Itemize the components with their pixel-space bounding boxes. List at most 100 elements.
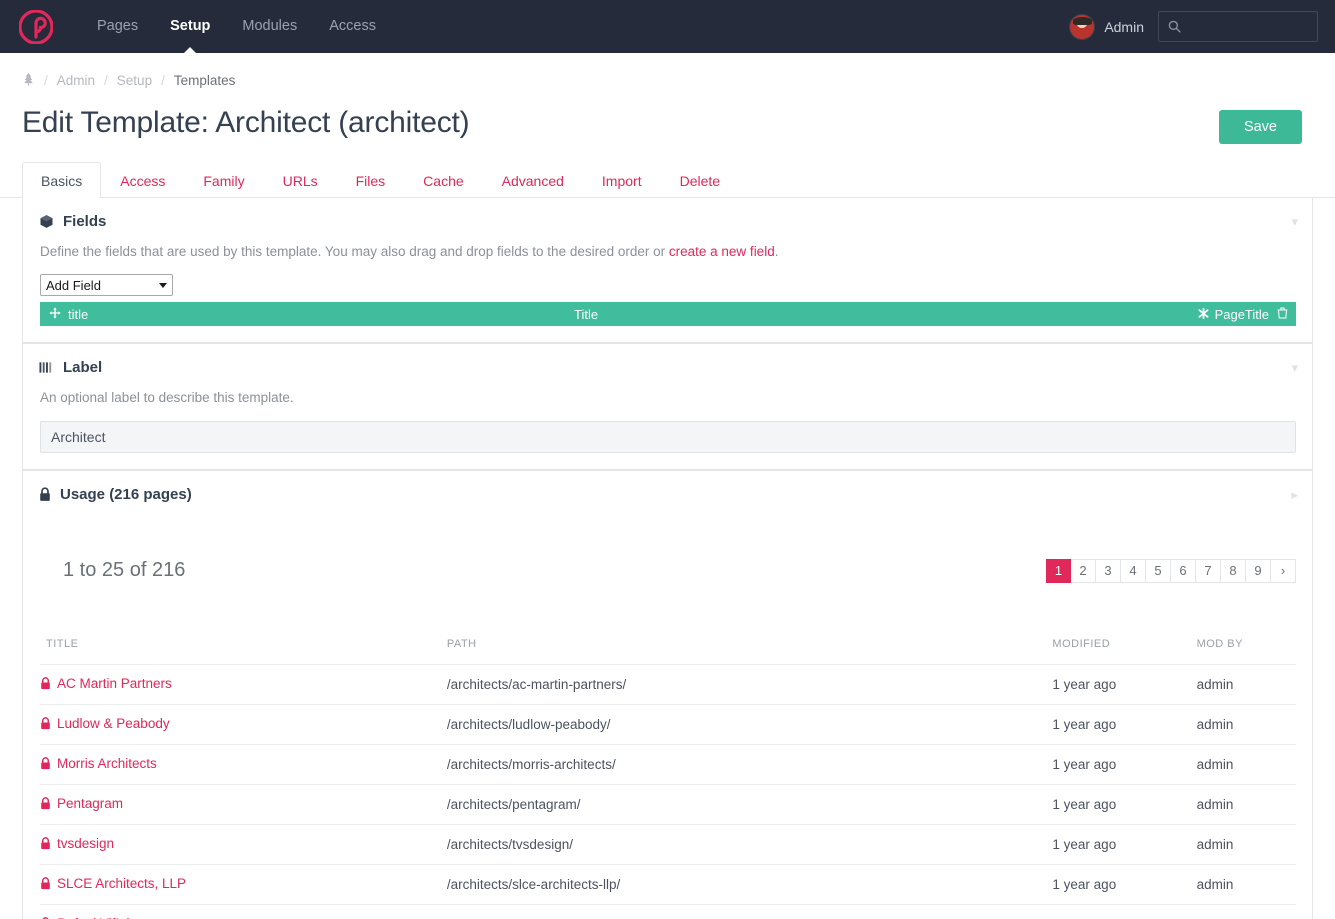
- tab-basics[interactable]: Basics: [22, 162, 101, 198]
- breadcrumb-item-admin[interactable]: Admin: [57, 73, 95, 88]
- breadcrumb-separator: /: [161, 73, 165, 88]
- breadcrumb-item-setup[interactable]: Setup: [117, 73, 152, 88]
- field-row-title[interactable]: title Title PageTitle: [40, 302, 1296, 326]
- usage-panel-body: 1 to 25 of 216 1 2 3 4 5 6 7 8 9 › TITLE…: [23, 514, 1312, 919]
- column-header-path[interactable]: PATH: [447, 638, 1053, 665]
- field-row-name: title: [68, 307, 88, 322]
- tab-cache[interactable]: Cache: [404, 162, 482, 198]
- pagination-page-3[interactable]: 3: [1096, 559, 1121, 583]
- page-lock-icon: [40, 797, 51, 810]
- breadcrumb-separator: /: [44, 73, 48, 88]
- tab-access[interactable]: Access: [101, 162, 184, 198]
- breadcrumb: / Admin / Setup / Templates: [0, 53, 1335, 89]
- save-button[interactable]: Save: [1219, 110, 1302, 144]
- cell-mod-by: admin: [1197, 744, 1296, 784]
- table-row: Morris Architects/architects/morris-arch…: [40, 744, 1296, 784]
- page-lock-icon: [40, 757, 51, 770]
- page-link[interactable]: Morris Architects: [40, 756, 157, 771]
- label-panel-body: [23, 409, 1312, 469]
- page-link[interactable]: tvsdesign: [40, 836, 114, 851]
- template-label-input[interactable]: [40, 421, 1296, 453]
- page-link-label: Pentagram: [57, 796, 123, 811]
- label-panel-header[interactable]: Label ▾: [23, 344, 1312, 387]
- fields-desc-text: Define the fields that are used by this …: [40, 244, 669, 259]
- add-field-select-wrap: Add Field: [40, 274, 173, 296]
- fields-panel: Fields ▾ Define the fields that are used…: [22, 198, 1313, 343]
- chevron-right-icon[interactable]: ▸: [1291, 488, 1298, 501]
- table-row: Ludlow & Peabody/architects/ludlow-peabo…: [40, 704, 1296, 744]
- page-link[interactable]: SLCE Architects, LLP: [40, 876, 186, 891]
- chevron-down-icon[interactable]: ▾: [1291, 215, 1298, 228]
- pagination-page-7[interactable]: 7: [1196, 559, 1221, 583]
- page-link-label: Morris Architects: [57, 756, 157, 771]
- tree-icon[interactable]: [22, 72, 35, 89]
- pagination: 1 2 3 4 5 6 7 8 9 ›: [1046, 559, 1296, 583]
- cell-path: /architects/pentagram/: [447, 784, 1053, 824]
- main-nav-items: Pages Setup Modules Access: [81, 0, 392, 53]
- search-input[interactable]: [1188, 19, 1308, 34]
- trash-icon[interactable]: [1277, 307, 1288, 322]
- field-row-right-group: PageTitle: [1198, 307, 1288, 322]
- page-link-label: AC Martin Partners: [57, 676, 172, 691]
- top-navigation-bar: Pages Setup Modules Access Admin: [0, 0, 1335, 53]
- usage-panel: Usage (216 pages) ▸ 1 to 25 of 216 1 2 3…: [22, 470, 1313, 919]
- fields-panel-body: Add Field title Title: [23, 262, 1312, 342]
- page-link[interactable]: AC Martin Partners: [40, 676, 172, 691]
- tab-files[interactable]: Files: [337, 162, 405, 198]
- pagination-next-button[interactable]: ›: [1271, 559, 1296, 583]
- pagination-page-6[interactable]: 6: [1171, 559, 1196, 583]
- tab-delete[interactable]: Delete: [661, 162, 739, 198]
- cell-title: Ludlow & Peabody: [40, 704, 447, 744]
- column-header-mod-by[interactable]: MOD BY: [1197, 638, 1296, 665]
- cell-title: SLCE Architects, LLP: [40, 864, 447, 904]
- nav-item-modules[interactable]: Modules: [226, 0, 313, 53]
- avatar: [1069, 14, 1095, 40]
- nav-item-setup[interactable]: Setup: [154, 0, 226, 53]
- column-header-modified[interactable]: MODIFIED: [1052, 638, 1196, 665]
- page-lock-icon: [40, 677, 51, 690]
- page-title: Edit Template: Architect (architect): [22, 106, 469, 141]
- add-field-select[interactable]: Add Field: [40, 274, 173, 296]
- pagination-page-1[interactable]: 1: [1046, 559, 1071, 583]
- field-row-type-group: PageTitle: [1198, 307, 1269, 322]
- pagination-page-2[interactable]: 2: [1071, 559, 1096, 583]
- processwire-logo-icon[interactable]: [19, 10, 53, 44]
- page-link[interactable]: Ludlow & Peabody: [40, 716, 170, 731]
- field-row-type: PageTitle: [1215, 307, 1269, 322]
- field-row-label: Title: [574, 307, 598, 322]
- pagination-page-4[interactable]: 4: [1121, 559, 1146, 583]
- cell-mod-by: admin: [1197, 904, 1296, 919]
- user-menu[interactable]: Admin: [1069, 14, 1144, 40]
- table-row: Rafael Viñoly/architects/rafael-vinoly/1…: [40, 904, 1296, 919]
- page-lock-icon: [40, 837, 51, 850]
- cube-icon: [39, 214, 54, 229]
- nav-item-pages[interactable]: Pages: [81, 0, 154, 53]
- page-link-label: tvsdesign: [57, 836, 114, 851]
- pagination-page-5[interactable]: 5: [1146, 559, 1171, 583]
- pager-row: 1 to 25 of 216 1 2 3 4 5 6 7 8 9 ›: [40, 514, 1296, 590]
- template-tabs: Basics Access Family URLs Files Cache Ad…: [0, 161, 1335, 198]
- usage-table: TITLE PATH MODIFIED MOD BY AC Martin Par…: [40, 638, 1296, 919]
- breadcrumb-item-templates: Templates: [174, 73, 236, 88]
- tab-import[interactable]: Import: [583, 162, 661, 198]
- create-new-field-link[interactable]: create a new field: [669, 244, 775, 259]
- tab-advanced[interactable]: Advanced: [483, 162, 583, 198]
- fields-panel-header[interactable]: Fields ▾: [23, 198, 1312, 241]
- chevron-down-icon[interactable]: ▾: [1291, 361, 1298, 374]
- tab-family[interactable]: Family: [184, 162, 263, 198]
- cell-path: /architects/rafael-vinoly/: [447, 904, 1053, 919]
- column-header-title[interactable]: TITLE: [40, 638, 447, 665]
- nav-item-access[interactable]: Access: [313, 0, 392, 53]
- pagination-page-8[interactable]: 8: [1221, 559, 1246, 583]
- page-link[interactable]: Rafael Viñoly: [40, 916, 136, 919]
- usage-panel-header[interactable]: Usage (216 pages) ▸: [23, 471, 1312, 514]
- cell-modified: 1 year ago: [1052, 824, 1196, 864]
- usage-panel-title: Usage (216 pages): [60, 486, 192, 503]
- search-box[interactable]: [1158, 11, 1318, 42]
- pagination-page-9[interactable]: 9: [1246, 559, 1271, 583]
- table-row: Pentagram/architects/pentagram/1 year ag…: [40, 784, 1296, 824]
- tab-urls[interactable]: URLs: [264, 162, 337, 198]
- fields-panel-description: Define the fields that are used by this …: [23, 242, 1312, 262]
- arrows-move-icon[interactable]: [49, 307, 61, 322]
- page-link[interactable]: Pentagram: [40, 796, 123, 811]
